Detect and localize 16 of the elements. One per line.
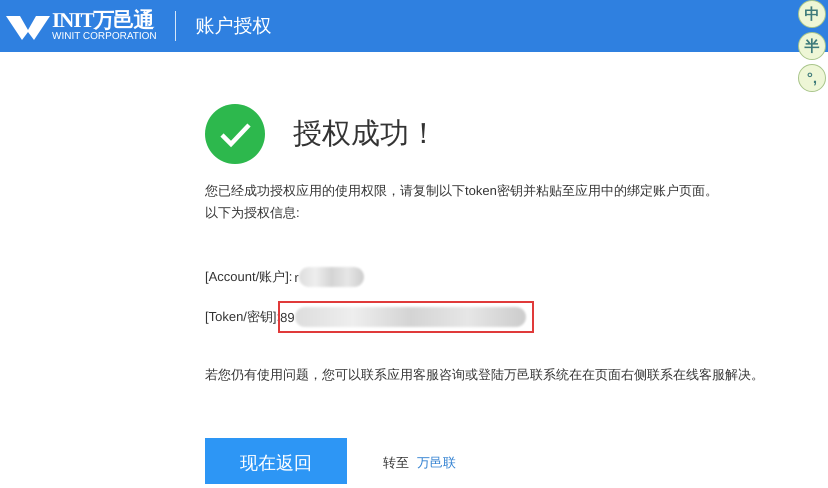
ime-toolbar-key[interactable]: 半: [798, 32, 826, 60]
return-button[interactable]: 现在返回: [205, 438, 347, 484]
page-title: 账户授权: [196, 15, 272, 39]
goto-label: 转至: [383, 454, 409, 472]
field-value-text: 89: [280, 310, 295, 324]
ime-toolbar-key[interactable]: °,: [798, 64, 826, 92]
redaction-blur: [298, 267, 364, 287]
logo-subtitle: WINIT CORPORATION: [52, 31, 157, 42]
intro-text: 以下为授权信息:: [205, 204, 301, 222]
logo-text: INIT万邑通: [52, 10, 156, 31]
goto-link[interactable]: 万邑联: [417, 454, 456, 472]
field-value-text: r: [294, 270, 299, 284]
field-label: [Account/账户]:: [205, 268, 292, 286]
intro-text: 您已经成功授权应用的使用权限，请复制以下token密钥并粘贴至应用中的绑定账户页面。: [205, 182, 719, 200]
help-text: 若您仍有使用问题，您可以联系应用客服咨询或登陆万邑联系统在在页面右侧联系在线客服解决。: [205, 366, 765, 384]
success-title: 授权成功！: [293, 117, 438, 152]
